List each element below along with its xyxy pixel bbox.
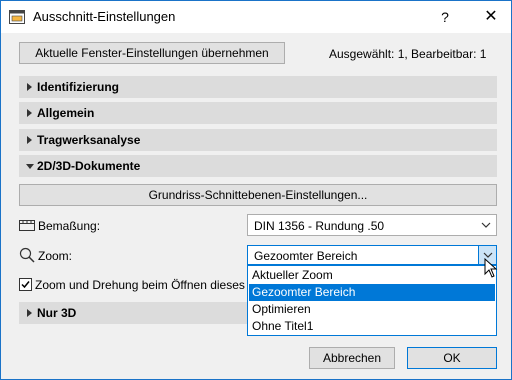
ok-button[interactable]: OK	[407, 347, 497, 369]
section-2d3d-dokumente[interactable]: 2D/3D-Dokumente	[19, 155, 497, 177]
close-button[interactable]: ✕	[477, 5, 505, 29]
app-icon	[9, 10, 25, 24]
section-allgemein[interactable]: Allgemein	[19, 102, 497, 124]
expand-arrow-icon	[27, 109, 32, 117]
expand-arrow-icon	[27, 309, 32, 317]
window-title: Ausschnitt-Einstellungen	[33, 9, 176, 24]
magnifier-icon	[19, 247, 35, 263]
zoom-rotation-checkbox[interactable]	[19, 278, 32, 291]
section-label: Identifizierung	[37, 80, 119, 94]
zoom-value: Gezoomter Bereich	[254, 249, 358, 263]
dimension-icon	[19, 220, 35, 231]
selection-status: Ausgewählt: 1, Bearbeitbar: 1	[329, 47, 487, 61]
zoom-label: Zoom:	[38, 249, 73, 263]
zoom-option[interactable]: Ohne Titel1	[249, 318, 495, 335]
section-identifizierung[interactable]: Identifizierung	[19, 76, 497, 98]
apply-window-settings-button[interactable]: Aktuelle Fenster-Einstellungen übernehme…	[19, 42, 285, 64]
section-label: 2D/3D-Dokumente	[37, 159, 141, 173]
zoom-option[interactable]: Optimieren	[249, 301, 495, 318]
zoom-option-selected[interactable]: Gezoomter Bereich	[249, 284, 495, 301]
dimension-value: DIN 1356 - Rundung .50	[254, 219, 385, 233]
dimension-select[interactable]: DIN 1356 - Rundung .50	[247, 214, 497, 236]
expand-arrow-icon	[27, 136, 32, 144]
zoom-select[interactable]: Gezoomter Bereich	[247, 245, 497, 265]
help-button[interactable]: ?	[433, 5, 457, 29]
dimension-label: Bemaßung:	[38, 219, 101, 233]
title-bar: Ausschnitt-Einstellungen ? ✕	[1, 1, 511, 33]
section-label: Nur 3D	[37, 306, 77, 320]
mouse-cursor-icon	[484, 258, 498, 278]
zoom-dropdown-list: Aktueller Zoom Gezoomter Bereich Optimie…	[247, 265, 497, 336]
checkmark-icon	[21, 281, 30, 289]
chevron-down-icon	[481, 222, 491, 228]
dialog-window: Ausschnitt-Einstellungen ? ✕ Aktuelle Fe…	[0, 0, 512, 380]
zoom-rotation-label: Zoom und Drehung beim Öffnen dieses A	[35, 278, 256, 292]
section-tragwerksanalyse[interactable]: Tragwerksanalyse	[19, 129, 497, 151]
section-label: Tragwerksanalyse	[37, 133, 141, 147]
cancel-button[interactable]: Abbrechen	[309, 347, 395, 369]
floorplan-cutplane-settings-button[interactable]: Grundriss-Schnittebenen-Einstellungen...	[19, 184, 497, 206]
collapse-arrow-icon	[26, 164, 34, 169]
expand-arrow-icon	[27, 83, 32, 91]
section-label: Allgemein	[37, 106, 95, 120]
zoom-option[interactable]: Aktueller Zoom	[249, 267, 495, 284]
